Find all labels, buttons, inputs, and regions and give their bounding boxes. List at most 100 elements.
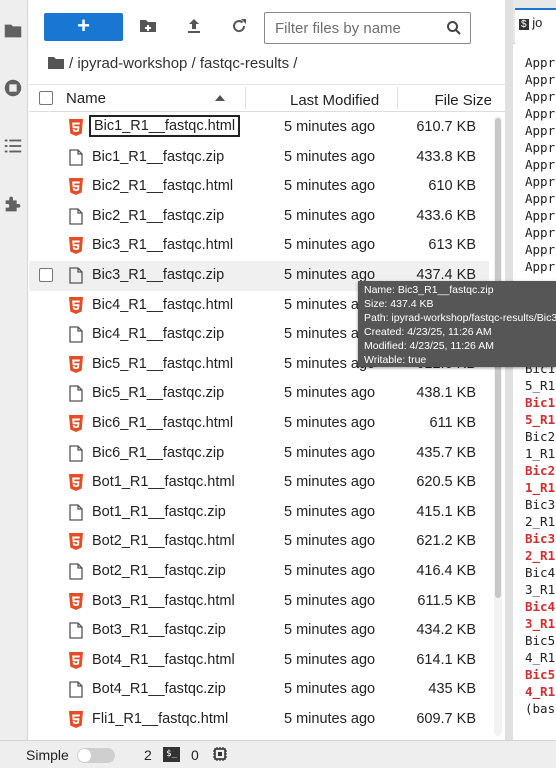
file-size: 611.5 KB (417, 592, 476, 609)
file-row[interactable]: Bot3_R1__fastqc.zip 5 minutes ago 434.2 KB (29, 616, 489, 646)
file-browser-panel: + / ipyrad-workshop / fastqc-results / (29, 0, 505, 740)
column-header-modified[interactable]: Last Modified (290, 92, 379, 109)
extension-puzzle-icon[interactable] (2, 193, 26, 217)
new-folder-icon[interactable] (138, 16, 158, 36)
select-all-checkbox[interactable] (39, 91, 53, 105)
breadcrumb-path[interactable]: / ipyrad-workshop / fastqc-results / (69, 55, 297, 72)
file-row[interactable]: Bic3_R1__fastqc.html 5 minutes ago 613 KB (29, 231, 489, 261)
file-name: Bot2_R1__fastqc.zip (92, 563, 226, 579)
terminal-line: Bic4 (525, 565, 556, 580)
file-size: 609.7 KB (416, 711, 476, 727)
tooltip-name: Name: Bic3_R1__fastqc.zip (364, 284, 494, 296)
table-of-contents-icon[interactable] (2, 135, 26, 159)
file-name: Bot1_R1__fastqc.html (92, 474, 235, 491)
tooltip-size: Size: 437.4 KB (364, 298, 434, 310)
folder-icon[interactable] (2, 20, 26, 44)
search-icon (446, 20, 462, 36)
file-row[interactable]: Bot1_R1__fastqc.zip 5 minutes ago 415.1 KB (29, 498, 489, 528)
file-row[interactable]: Bic6_R1__fastqc.html 5 minutes ago 611 KB (29, 409, 489, 439)
upload-icon[interactable] (184, 16, 204, 36)
file-row[interactable]: Bot4_R1__fastqc.html 5 minutes ago 614.1 K… (29, 646, 489, 676)
file-row[interactable]: Bic5_R1__fastqc.zip 5 minutes ago 438.1 KB (29, 379, 489, 409)
file-size: 610 KB (428, 178, 476, 195)
terminal-line: Bic5 (525, 633, 556, 648)
terminal-line: Bic2 (525, 463, 556, 478)
refresh-icon[interactable] (229, 16, 249, 36)
file-name: Bic6_R1__fastqc.html (92, 415, 234, 431)
column-divider[interactable] (245, 87, 246, 109)
file-row[interactable]: Bot1_R1__fastqc.html 5 minutes ago 620.5 K… (29, 468, 489, 498)
file-modified: 5 minutes ago (284, 503, 376, 520)
home-folder-icon[interactable] (47, 55, 65, 71)
running-sessions-icon[interactable] (2, 77, 26, 101)
html5-file-icon (69, 296, 83, 314)
file-row[interactable]: Bic2_R1__fastqc.html 5 minutes ago 610 KB (29, 172, 489, 202)
file-size: 610.7 KB (416, 119, 476, 135)
filter-files-input[interactable] (265, 13, 445, 43)
file-icon (69, 148, 83, 166)
file-name: Bot4_R1__fastqc.zip (92, 681, 226, 698)
new-launcher-button[interactable]: + (44, 13, 123, 41)
terminal-tab[interactable]: $ jo (515, 8, 556, 44)
file-name: Bot3_R1__fastqc.zip (92, 622, 226, 639)
file-row[interactable]: Bot4_R1__fastqc.zip 5 minutes ago 435 KB (29, 675, 489, 705)
file-name: Fli1_R1__fastqc.html (92, 711, 229, 727)
html5-file-icon (69, 119, 83, 136)
file-size: 435 KB (428, 681, 476, 698)
filter-files-search[interactable] (264, 12, 471, 44)
file-row[interactable]: Bot2_R1__fastqc.html 5 minutes ago 621.2 K… (29, 527, 489, 557)
column-header-name[interactable]: Name (66, 90, 106, 107)
file-icon (69, 681, 83, 699)
file-row[interactable]: Fli1_R1__fastqc.html 5 minutes ago 609.7 K… (29, 705, 489, 735)
terminal-line: Bic2 (525, 429, 556, 444)
file-icon (69, 267, 83, 284)
terminal-line: Appr (525, 140, 556, 155)
toggle-knob (78, 749, 91, 762)
column-header-size[interactable]: File Size (434, 92, 492, 109)
file-row[interactable]: Bot2_R1__fastqc.zip 5 minutes ago 416.4 KB (29, 557, 489, 587)
file-size: 433.6 KB (416, 207, 476, 224)
sort-ascending-icon[interactable] (215, 95, 225, 101)
file-icon (69, 563, 83, 580)
terminal-line: 5_R1 (525, 378, 556, 393)
terminal-line: (bas (525, 701, 556, 716)
html5-file-icon (69, 651, 83, 669)
jupyterlab-window: + / ipyrad-workshop / fastqc-results / (0, 0, 556, 768)
file-name: Bot2_R1__fastqc.html (92, 533, 235, 550)
terminals-count[interactable]: 2 (144, 747, 152, 763)
terminal-icon[interactable]: $_ (163, 747, 180, 762)
kernels-count[interactable]: 0 (191, 747, 199, 763)
file-icon (69, 208, 83, 225)
file-modified: 5 minutes ago (284, 385, 376, 402)
file-modified: 5 minutes ago (284, 237, 376, 254)
row-checkbox[interactable] (39, 268, 53, 282)
file-row[interactable]: Bic2_R1__fastqc.zip 5 minutes ago 433.6 KB (29, 202, 489, 232)
column-divider[interactable] (397, 87, 398, 109)
file-size: 621.2 KB (416, 533, 476, 550)
file-row[interactable]: Bic1_R1__fastqc.html 5 minutes ago 610.7 K… (29, 113, 489, 143)
terminal-line: Appr (525, 174, 556, 189)
tooltip-created: Created: 4/23/25, 11:26 AM (364, 326, 492, 338)
file-row[interactable]: Bic1_R1__fastqc.zip 5 minutes ago 433.8 KB (29, 143, 489, 173)
file-size: 611 KB (429, 415, 477, 431)
terminal-line: Appr (525, 89, 556, 104)
terminal-panel[interactable]: $ jo Appr Appr Appr Appr Appr Appr Appr Appr App… (513, 0, 556, 740)
file-modified: 5 minutes ago (284, 681, 376, 698)
simple-mode-toggle[interactable] (77, 748, 115, 763)
file-row[interactable]: Bot3_R1__fastqc.html 5 minutes ago 611.5 K… (29, 587, 489, 617)
activity-bar (0, 0, 28, 740)
terminal-line: 3_R1 (525, 616, 556, 631)
panel-divider[interactable] (505, 0, 513, 740)
file-row[interactable]: Bic6_R1__fastqc.zip 5 minutes ago 435.7 KB (29, 439, 489, 469)
terminal-line: Appr (525, 72, 556, 87)
kernel-icon[interactable] (212, 746, 228, 762)
terminal-line: 4_R1 (525, 650, 556, 665)
html5-file-icon (69, 711, 83, 728)
file-name: Bot3_R1__fastqc.html (92, 592, 235, 609)
file-size: 614.1 KB (416, 651, 476, 668)
file-modified: 5 minutes ago (284, 178, 376, 195)
html5-file-icon (69, 415, 83, 432)
terminal-line: 2_R1 (525, 548, 556, 563)
file-name: Bic1_R1__fastqc.zip (92, 148, 225, 165)
file-size: 434.2 KB (416, 622, 476, 639)
